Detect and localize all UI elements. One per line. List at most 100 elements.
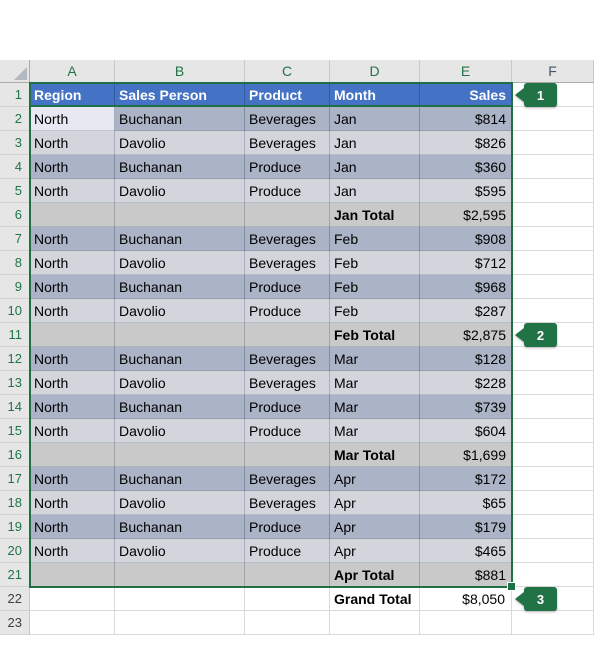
cell[interactable] <box>512 131 594 155</box>
cell[interactable]: $360 <box>420 155 512 179</box>
row-header[interactable]: 7 <box>0 227 30 251</box>
cell[interactable]: Feb <box>330 251 420 275</box>
cell[interactable]: Buchanan <box>115 227 245 251</box>
cell[interactable] <box>245 203 330 227</box>
cell[interactable]: $604 <box>420 419 512 443</box>
cell[interactable]: Produce <box>245 515 330 539</box>
cell[interactable]: Buchanan <box>115 347 245 371</box>
cell[interactable]: Produce <box>245 299 330 323</box>
cell[interactable]: Region <box>30 83 115 107</box>
row-header[interactable]: 15 <box>0 419 30 443</box>
cell[interactable] <box>512 611 594 635</box>
cell[interactable]: Produce <box>245 419 330 443</box>
cell[interactable]: $739 <box>420 395 512 419</box>
row-header[interactable]: 23 <box>0 611 30 635</box>
cell[interactable]: Buchanan <box>115 467 245 491</box>
cell[interactable]: North <box>30 155 115 179</box>
cell[interactable] <box>30 587 115 611</box>
cell[interactable]: $908 <box>420 227 512 251</box>
cell[interactable]: North <box>30 395 115 419</box>
column-header[interactable]: A <box>30 60 115 83</box>
cell[interactable] <box>245 563 330 587</box>
row-header[interactable]: 10 <box>0 299 30 323</box>
cell[interactable]: Apr <box>330 491 420 515</box>
cell[interactable] <box>115 563 245 587</box>
cell[interactable]: North <box>30 467 115 491</box>
cell[interactable]: Davolio <box>115 299 245 323</box>
cell[interactable]: Davolio <box>115 491 245 515</box>
cell[interactable]: $287 <box>420 299 512 323</box>
row-header[interactable]: 16 <box>0 443 30 467</box>
column-header[interactable]: F <box>512 60 594 83</box>
cell[interactable]: $2,875 <box>420 323 512 347</box>
row-header[interactable]: 9 <box>0 275 30 299</box>
cell[interactable]: Buchanan <box>115 155 245 179</box>
cell[interactable] <box>512 347 594 371</box>
cell[interactable] <box>512 539 594 563</box>
cell[interactable]: Produce <box>245 275 330 299</box>
cell[interactable]: $712 <box>420 251 512 275</box>
cell[interactable]: Davolio <box>115 419 245 443</box>
cell[interactable] <box>30 611 115 635</box>
cell[interactable]: Apr <box>330 539 420 563</box>
cell[interactable]: Apr <box>330 467 420 491</box>
cell[interactable]: Produce <box>245 539 330 563</box>
row-header[interactable]: 8 <box>0 251 30 275</box>
cell[interactable]: $172 <box>420 467 512 491</box>
cell[interactable]: Buchanan <box>115 107 245 131</box>
cell[interactable] <box>512 395 594 419</box>
column-header[interactable]: E <box>420 60 512 83</box>
cell[interactable]: North <box>30 491 115 515</box>
cell[interactable] <box>512 275 594 299</box>
column-header[interactable]: D <box>330 60 420 83</box>
row-header[interactable]: 12 <box>0 347 30 371</box>
cell[interactable] <box>512 563 594 587</box>
cell[interactable]: Beverages <box>245 347 330 371</box>
cell[interactable]: North <box>30 275 115 299</box>
row-header[interactable]: 11 <box>0 323 30 347</box>
cell[interactable]: North <box>30 179 115 203</box>
cell[interactable]: Jan <box>330 155 420 179</box>
row-header[interactable]: 4 <box>0 155 30 179</box>
cell[interactable]: $179 <box>420 515 512 539</box>
cell[interactable]: Beverages <box>245 467 330 491</box>
row-header[interactable]: 6 <box>0 203 30 227</box>
cell[interactable]: $968 <box>420 275 512 299</box>
cell[interactable] <box>30 323 115 347</box>
cell[interactable]: Buchanan <box>115 515 245 539</box>
cell[interactable] <box>245 587 330 611</box>
cell[interactable] <box>512 515 594 539</box>
cell[interactable]: Beverages <box>245 227 330 251</box>
cell[interactable] <box>512 491 594 515</box>
select-all-corner[interactable] <box>0 60 30 83</box>
cell[interactable]: Davolio <box>115 179 245 203</box>
row-header[interactable]: 3 <box>0 131 30 155</box>
cell[interactable]: North <box>30 107 115 131</box>
cell[interactable]: Davolio <box>115 371 245 395</box>
cell[interactable]: Jan <box>330 179 420 203</box>
row-header[interactable]: 2 <box>0 107 30 131</box>
cell[interactable]: North <box>30 419 115 443</box>
cell[interactable] <box>115 587 245 611</box>
cell[interactable] <box>30 563 115 587</box>
row-header[interactable]: 17 <box>0 467 30 491</box>
cell[interactable]: Beverages <box>245 491 330 515</box>
cell[interactable] <box>512 155 594 179</box>
cell[interactable]: North <box>30 371 115 395</box>
row-header[interactable]: 21 <box>0 563 30 587</box>
cell[interactable]: Produce <box>245 395 330 419</box>
cell[interactable]: Feb Total <box>330 323 420 347</box>
cell[interactable]: Jan <box>330 131 420 155</box>
column-header[interactable]: C <box>245 60 330 83</box>
row-header[interactable]: 20 <box>0 539 30 563</box>
cell[interactable]: North <box>30 515 115 539</box>
cell[interactable] <box>115 443 245 467</box>
cell[interactable]: Apr Total <box>330 563 420 587</box>
cell[interactable]: $128 <box>420 347 512 371</box>
cell[interactable]: Davolio <box>115 131 245 155</box>
cell[interactable]: Beverages <box>245 371 330 395</box>
cell[interactable] <box>115 611 245 635</box>
cell[interactable] <box>512 227 594 251</box>
cell[interactable]: Buchanan <box>115 395 245 419</box>
cell[interactable] <box>512 107 594 131</box>
